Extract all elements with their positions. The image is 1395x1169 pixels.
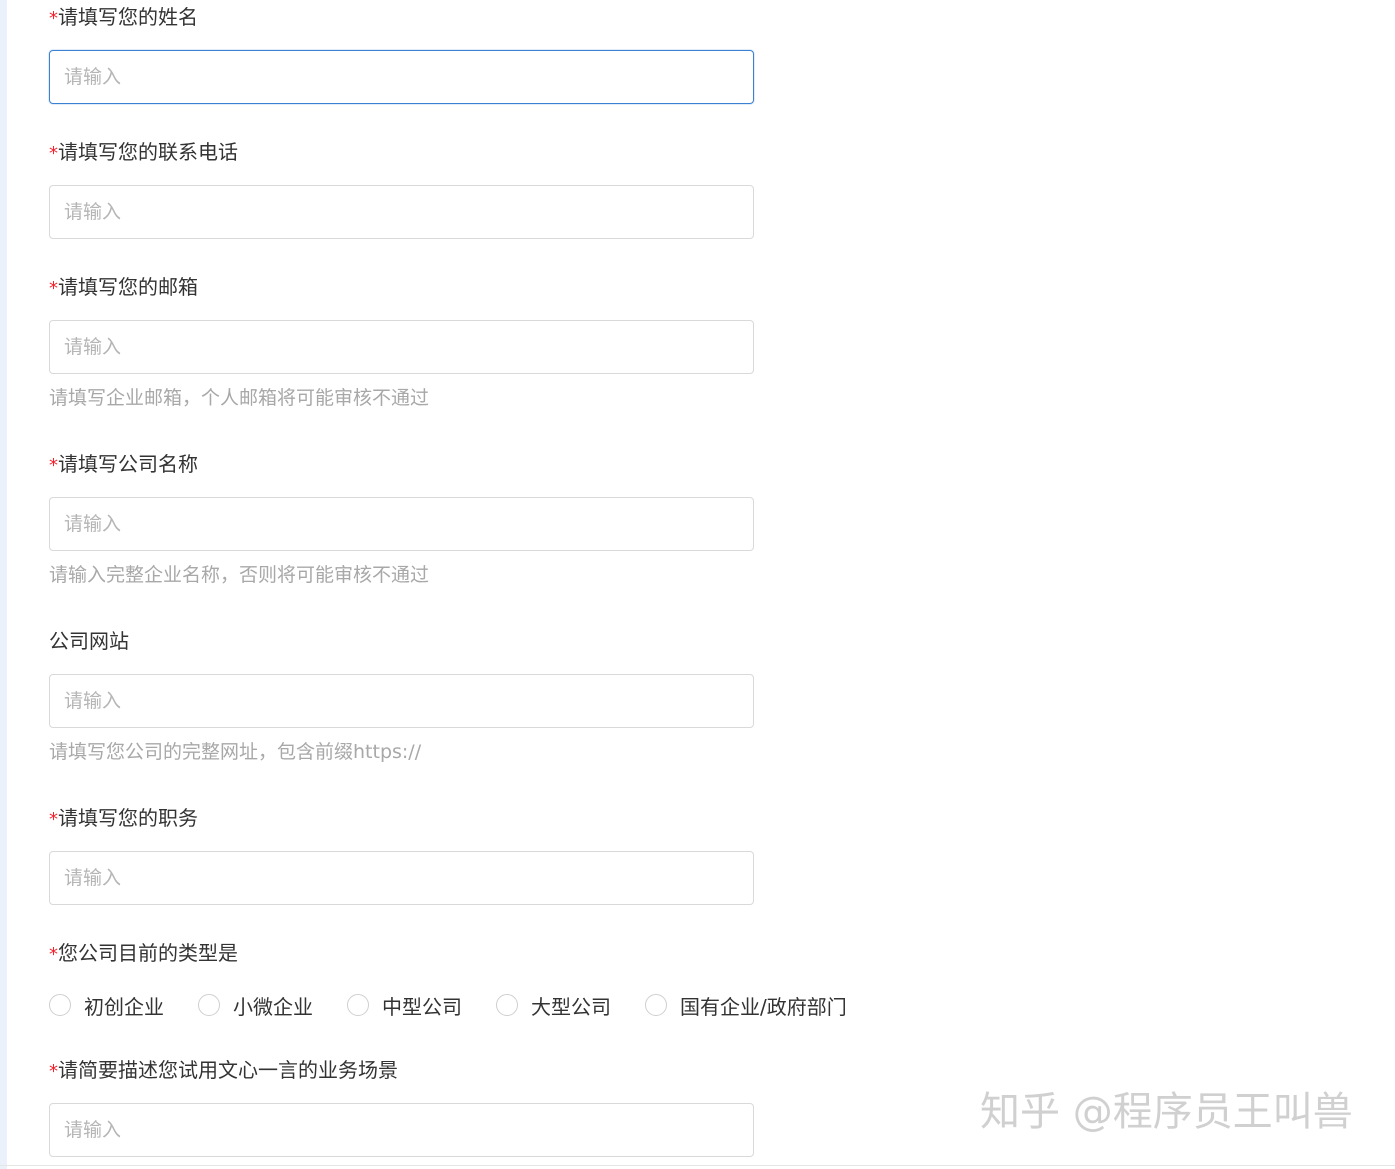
zhihu-watermark: 知乎 @程序员王叫兽 xyxy=(980,1089,1353,1135)
phone-input[interactable] xyxy=(49,185,754,239)
required-mark: * xyxy=(49,455,58,476)
email-hint: 请填写企业邮箱，个人邮箱将可能审核不通过 xyxy=(49,387,430,409)
required-mark: * xyxy=(49,143,58,164)
job-title-input[interactable] xyxy=(49,851,754,905)
phone-label: *请填写您的联系电话 xyxy=(49,140,238,164)
required-mark: * xyxy=(49,278,58,299)
radio-circle[interactable] xyxy=(645,994,667,1016)
radio-option-medium[interactable]: 中型公司 xyxy=(347,991,462,1020)
radio-option-startup[interactable]: 初创企业 xyxy=(49,991,164,1020)
email-label: *请填写您的邮箱 xyxy=(49,275,198,299)
company-name-label: *请填写公司名称 xyxy=(49,452,198,476)
company-website-hint: 请填写您公司的完整网址，包含前缀https:// xyxy=(49,741,422,763)
company-website-input[interactable] xyxy=(49,674,754,728)
required-mark: * xyxy=(49,944,58,965)
required-mark: * xyxy=(49,1061,58,1082)
company-type-label: *您公司目前的类型是 xyxy=(49,941,238,965)
radio-circle[interactable] xyxy=(347,994,369,1016)
radio-option-state-owned[interactable]: 国有企业/政府部门 xyxy=(645,991,847,1020)
radio-circle[interactable] xyxy=(49,994,71,1016)
scenario-label: *请简要描述您试用文心一言的业务场景 xyxy=(49,1058,398,1082)
company-name-input[interactable] xyxy=(49,497,754,551)
radio-option-small-micro[interactable]: 小微企业 xyxy=(198,991,313,1020)
email-input[interactable] xyxy=(49,320,754,374)
company-website-label: 公司网站 xyxy=(49,629,129,653)
name-label: *请填写您的姓名 xyxy=(49,5,198,29)
name-input[interactable] xyxy=(49,50,754,104)
radio-option-large[interactable]: 大型公司 xyxy=(496,991,611,1020)
bottom-divider xyxy=(0,1165,1395,1166)
radio-circle[interactable] xyxy=(198,994,220,1016)
left-edge-strip xyxy=(0,0,7,1169)
scenario-input[interactable] xyxy=(49,1103,754,1157)
required-mark: * xyxy=(49,809,58,830)
job-title-label: *请填写您的职务 xyxy=(49,806,198,830)
company-type-radio-group: 初创企业 小微企业 中型公司 大型公司 国有企业/政府部门 xyxy=(49,990,881,1020)
company-name-hint: 请输入完整企业名称，否则将可能审核不通过 xyxy=(49,564,430,586)
radio-circle[interactable] xyxy=(496,994,518,1016)
required-mark: * xyxy=(49,8,58,29)
